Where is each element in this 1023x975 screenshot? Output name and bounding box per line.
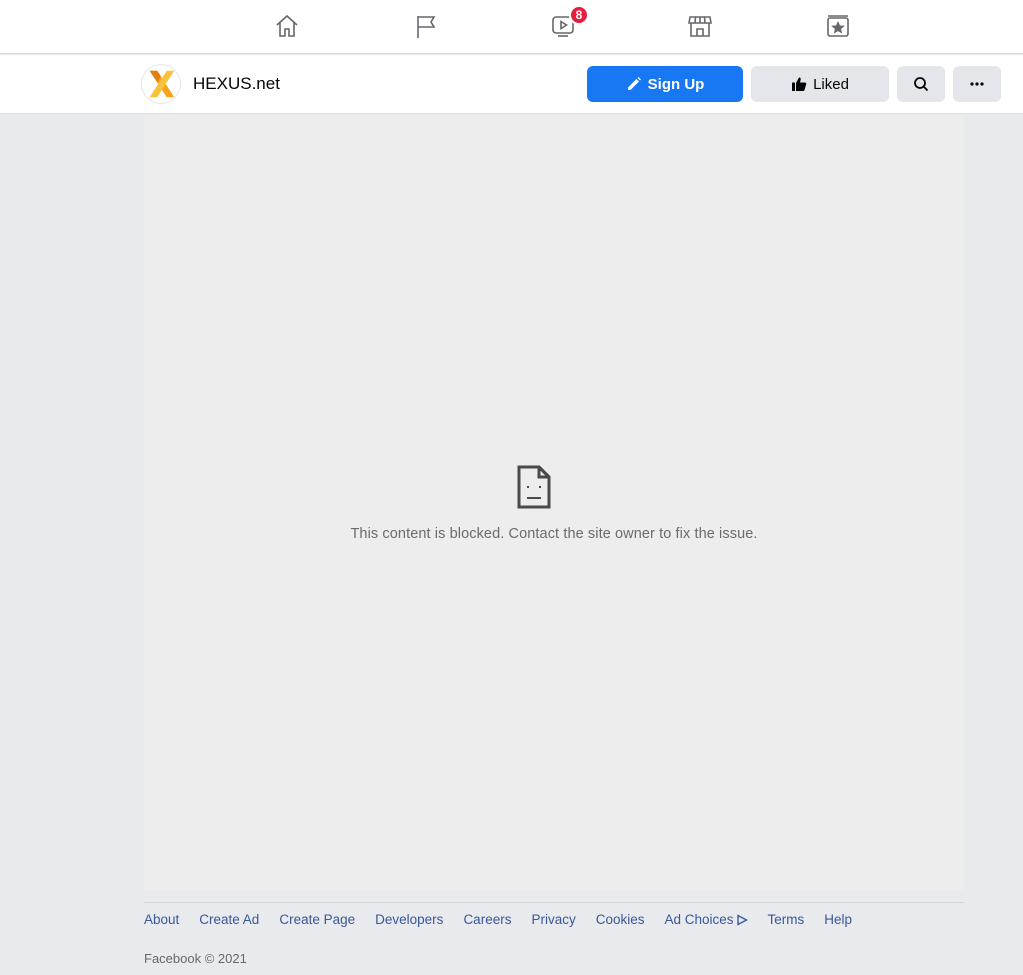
sign-up-label: Sign Up bbox=[647, 75, 705, 93]
footer-link-create-ad[interactable]: Create Ad bbox=[199, 912, 259, 927]
footer-links: About Create Ad Create Page Developers C… bbox=[144, 912, 872, 927]
footer-link-careers[interactable]: Careers bbox=[463, 912, 511, 927]
sad-document-icon bbox=[517, 465, 551, 509]
nav-home[interactable] bbox=[272, 11, 302, 41]
nav-marketplace[interactable] bbox=[685, 11, 715, 41]
thumbs-up-icon bbox=[792, 77, 807, 91]
footer-link-terms[interactable]: Terms bbox=[768, 912, 805, 927]
footer-link-about[interactable]: About bbox=[144, 912, 179, 927]
footer-link-cookies[interactable]: Cookies bbox=[596, 912, 645, 927]
page-title[interactable]: HEXUS.net bbox=[193, 74, 280, 94]
more-options-button[interactable] bbox=[953, 66, 1001, 102]
home-icon bbox=[276, 14, 298, 37]
nav-events[interactable] bbox=[823, 11, 853, 41]
liked-label: Liked bbox=[813, 75, 849, 93]
blocked-message: This content is blocked. Contact the sit… bbox=[350, 526, 758, 542]
nav-pages[interactable] bbox=[411, 11, 441, 41]
footer-divider bbox=[144, 902, 964, 903]
footer-link-ad-choices[interactable]: Ad Choices bbox=[665, 912, 748, 927]
pencil-icon bbox=[627, 77, 641, 90]
sign-up-button[interactable]: Sign Up bbox=[587, 66, 743, 102]
more-icon bbox=[970, 82, 984, 86]
embedded-content-frame: This content is blocked. Contact the sit… bbox=[144, 114, 964, 890]
page-avatar[interactable] bbox=[141, 64, 181, 104]
nav-watch[interactable]: 8 bbox=[548, 5, 589, 41]
footer-link-create-page[interactable]: Create Page bbox=[279, 912, 355, 927]
top-navigation: 8 bbox=[0, 0, 1023, 54]
watch-badge: 8 bbox=[569, 5, 589, 25]
hexus-x-logo bbox=[149, 70, 175, 98]
ad-choices-label: Ad Choices bbox=[664, 912, 734, 927]
store-icon bbox=[688, 16, 712, 37]
footer-link-privacy[interactable]: Privacy bbox=[531, 912, 575, 927]
ad-choices-icon bbox=[736, 913, 748, 926]
footer-link-help[interactable]: Help bbox=[824, 912, 852, 927]
copyright-text: Facebook © 2021 bbox=[144, 951, 247, 966]
flag-icon bbox=[417, 16, 436, 38]
page-search-button[interactable] bbox=[897, 66, 945, 102]
footer-link-developers[interactable]: Developers bbox=[375, 912, 443, 927]
search-icon bbox=[914, 77, 929, 92]
page-header: HEXUS.net Sign Up Liked bbox=[0, 55, 1023, 114]
liked-button[interactable]: Liked bbox=[751, 66, 889, 102]
calendar-star-icon bbox=[827, 15, 849, 37]
